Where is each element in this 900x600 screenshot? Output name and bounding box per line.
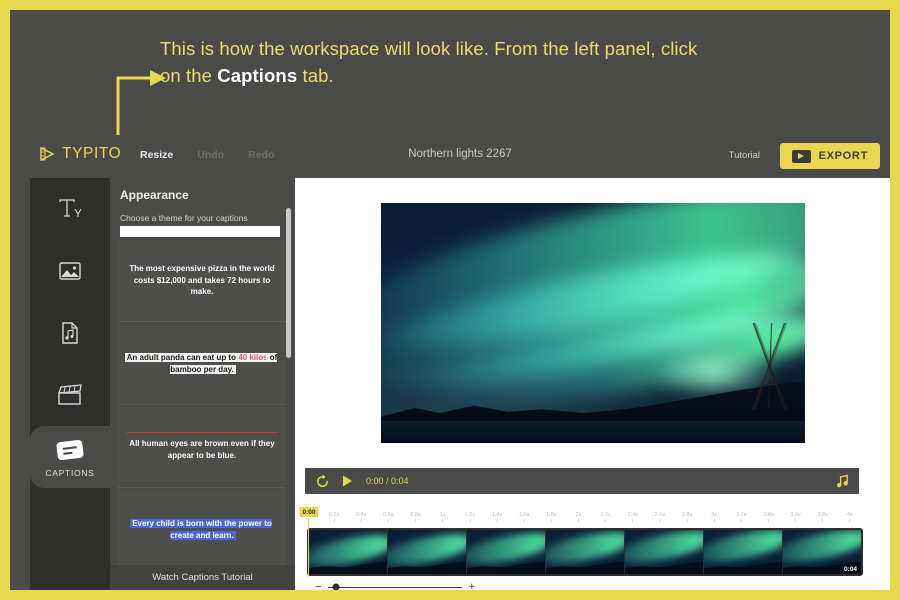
sidebar-item-captions-label: CAPTIONS xyxy=(45,467,95,478)
filmstrip-thumbnail[interactable] xyxy=(467,530,545,574)
logo-mark-icon xyxy=(40,146,55,162)
video-preview-area xyxy=(295,178,890,468)
redo-button[interactable]: Redo xyxy=(248,149,274,161)
watch-captions-tutorial-link[interactable]: Watch Captions Tutorial xyxy=(110,565,295,590)
theme-card-1-text: The most expensive pizza in the world co… xyxy=(129,264,275,297)
tutorial-canvas: This is how the workspace will look like… xyxy=(10,10,890,590)
ruler-tick: 1.2s xyxy=(465,512,475,522)
theme-card-3-text: All human eyes are brown even if they ap… xyxy=(129,438,275,460)
music-note-icon[interactable] xyxy=(836,474,849,488)
ruler-tick: 3.8s xyxy=(818,512,828,522)
filmstrip-thumbnail[interactable] xyxy=(546,530,624,574)
ruler-tick: 2s xyxy=(576,512,581,522)
theme-card-2-text: An adult panda can eat up to 40 kilos of… xyxy=(118,352,286,375)
appearance-panel: Appearance Choose a theme for your capti… xyxy=(110,178,295,590)
timeline-zoom-control: − + xyxy=(315,580,475,590)
video-filmstrip[interactable]: 0:04 xyxy=(307,528,863,576)
panel-title: Appearance xyxy=(120,188,189,202)
ruler-tick: 1.4s xyxy=(492,512,502,522)
ruler-tick: 2.2s xyxy=(600,512,611,522)
zoom-in-button[interactable]: + xyxy=(469,581,475,590)
annotation-line2-suffix: tab. xyxy=(297,64,334,86)
ruler-tick: 1s xyxy=(440,512,446,522)
ruler-tick: 3.4s xyxy=(763,512,774,522)
sidebar-item-image[interactable] xyxy=(30,240,110,302)
sidebar-item-text[interactable] xyxy=(30,178,110,240)
typito-app-window: TYPITO Resize Undo Redo Northern lights … xyxy=(30,135,890,590)
tree-silhouette xyxy=(740,323,801,410)
ruler-tick: 0.6s xyxy=(383,512,394,522)
ruler-tick: 0.2s xyxy=(329,512,339,522)
zoom-out-button[interactable]: − xyxy=(315,581,321,590)
sidebar-item-video[interactable] xyxy=(30,364,110,426)
logo-text: TYPITO xyxy=(62,145,122,162)
app-header: TYPITO Resize Undo Redo Northern lights … xyxy=(30,135,890,178)
export-button[interactable]: EXPORT xyxy=(779,143,880,169)
theme-card-4[interactable]: Every child is born with the power to cr… xyxy=(118,489,286,571)
theme-card-4-text: Every child is born with the power to cr… xyxy=(132,518,272,540)
play-icon[interactable] xyxy=(339,473,355,489)
typito-logo[interactable]: TYPITO xyxy=(39,145,121,163)
left-icon-rail: CAPTIONS xyxy=(30,178,110,590)
timeline-ruler[interactable]: 0.2s 0.4s 0.6s 0.8s 1s 1.2s 1.4s 1.6s 1.8s 2s 2.2s… xyxy=(307,512,877,528)
ruler-tick: 4s xyxy=(847,512,853,522)
filmstrip-thumbnail[interactable] xyxy=(625,530,703,574)
ruler-tick: 1.8s xyxy=(546,512,556,522)
sidebar-item-captions[interactable]: CAPTIONS xyxy=(30,426,110,488)
theme-select-input[interactable] xyxy=(120,226,280,237)
editor-stage: 0:00 / 0:04 0.2s 0.4s 0.6s 0.8s 1s 1.2s 1.4s 1.… xyxy=(295,178,890,590)
annotation-highlight-word: Captions xyxy=(217,64,298,86)
replay-icon[interactable] xyxy=(315,473,330,489)
timecode-label: 0:00 / 0:04 xyxy=(366,476,409,486)
theme3-red-rule xyxy=(126,431,278,433)
ruler-tick: 2.4s xyxy=(628,512,638,522)
image-icon xyxy=(59,262,81,280)
playhead-badge[interactable]: 0:00 xyxy=(299,507,319,517)
timeline: 0.2s 0.4s 0.6s 0.8s 1s 1.2s 1.4s 1.6s 1.8s 2s 2.2s… xyxy=(295,507,890,590)
filmstrip-thumbnail[interactable] xyxy=(309,530,387,574)
resize-button[interactable]: Resize xyxy=(140,149,173,161)
ruler-tick: 2.6s xyxy=(655,512,665,522)
undo-button[interactable]: Undo xyxy=(197,149,224,161)
zoom-slider-track[interactable] xyxy=(328,583,462,590)
theme-card-3-wrap: All human eyes are brown even if they ap… xyxy=(118,431,286,461)
theme-card-3[interactable]: All human eyes are brown even if they ap… xyxy=(118,406,286,488)
export-play-icon xyxy=(791,149,811,163)
clip-end-time: 0:04 xyxy=(843,566,857,573)
theme2-before: An adult panda can eat up to xyxy=(126,352,239,362)
water-reflection xyxy=(380,421,805,443)
theme2-highlight: 40 kilos xyxy=(238,352,268,362)
annotation-line-1: This is how the workspace will look like… xyxy=(160,38,698,59)
yellow-border-frame: This is how the workspace will look like… xyxy=(0,0,900,600)
filmstrip-thumbnail[interactable] xyxy=(388,530,466,574)
editor-toolbar: Resize Undo Redo xyxy=(140,149,274,161)
export-label: EXPORT xyxy=(818,150,868,162)
theme-select-label: Choose a theme for your captions xyxy=(120,213,248,223)
ruler-tick: 3s xyxy=(711,512,717,522)
ruler-tick: 0.8s xyxy=(410,512,421,522)
sidebar-item-audio[interactable] xyxy=(30,302,110,364)
ruler-tick: 2.8s xyxy=(682,512,692,522)
annotation-line-2: on the Captions tab. xyxy=(160,63,880,90)
ruler-tick: 3.2s xyxy=(736,512,746,522)
ruler-tick: 0.4s xyxy=(356,512,366,522)
playhead-line xyxy=(308,519,309,577)
theme-card-4-wrap: Every child is born with the power to cr… xyxy=(118,518,286,541)
project-title[interactable]: Northern lights 2267 xyxy=(350,148,570,160)
tutorial-link[interactable]: Tutorial xyxy=(729,150,760,161)
theme-card-2[interactable]: An adult panda can eat up to 40 kilos of… xyxy=(118,323,286,405)
captions-icon xyxy=(56,439,84,460)
video-player-controls: 0:00 / 0:04 xyxy=(305,468,859,494)
video-preview[interactable] xyxy=(380,203,805,443)
ruler-tick: 3.6s xyxy=(790,512,801,522)
annotation-text: This is how the workspace will look like… xyxy=(160,36,880,90)
text-icon xyxy=(59,199,82,217)
filmstrip-thumbnail[interactable] xyxy=(704,530,782,574)
audio-icon xyxy=(62,322,78,344)
ruler-tick: 1.6s xyxy=(519,512,529,522)
panel-scrollbar[interactable] xyxy=(286,208,291,358)
zoom-slider-handle[interactable] xyxy=(332,583,340,590)
theme-card-1[interactable]: The most expensive pizza in the world co… xyxy=(118,240,286,322)
video-clapper-icon xyxy=(58,384,82,405)
